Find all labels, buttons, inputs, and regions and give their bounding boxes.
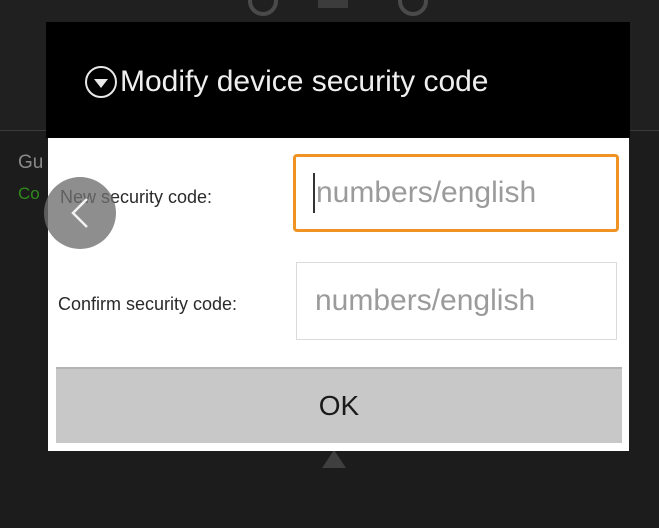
text-cursor bbox=[313, 173, 315, 213]
background-bar bbox=[318, 0, 348, 8]
confirm-security-code-placeholder: numbers/english bbox=[315, 284, 536, 317]
ok-button[interactable]: OK bbox=[56, 367, 622, 443]
back-button[interactable] bbox=[44, 177, 116, 249]
background-peg bbox=[322, 450, 346, 468]
new-security-code-placeholder: numbers/english bbox=[316, 176, 537, 209]
screen: Gu Co Modify device security code New se… bbox=[0, 0, 659, 528]
confirm-security-code-label: Confirm security code: bbox=[58, 294, 238, 314]
dialog-title-row: Modify device security code bbox=[85, 60, 489, 104]
chevron-left-icon bbox=[71, 198, 88, 228]
new-security-code-input[interactable]: numbers/english bbox=[293, 154, 619, 232]
confirm-security-code-input[interactable]: numbers/english bbox=[296, 262, 617, 340]
dialog-title: Modify device security code bbox=[120, 65, 489, 98]
chevron-down-circle-icon bbox=[85, 66, 117, 98]
